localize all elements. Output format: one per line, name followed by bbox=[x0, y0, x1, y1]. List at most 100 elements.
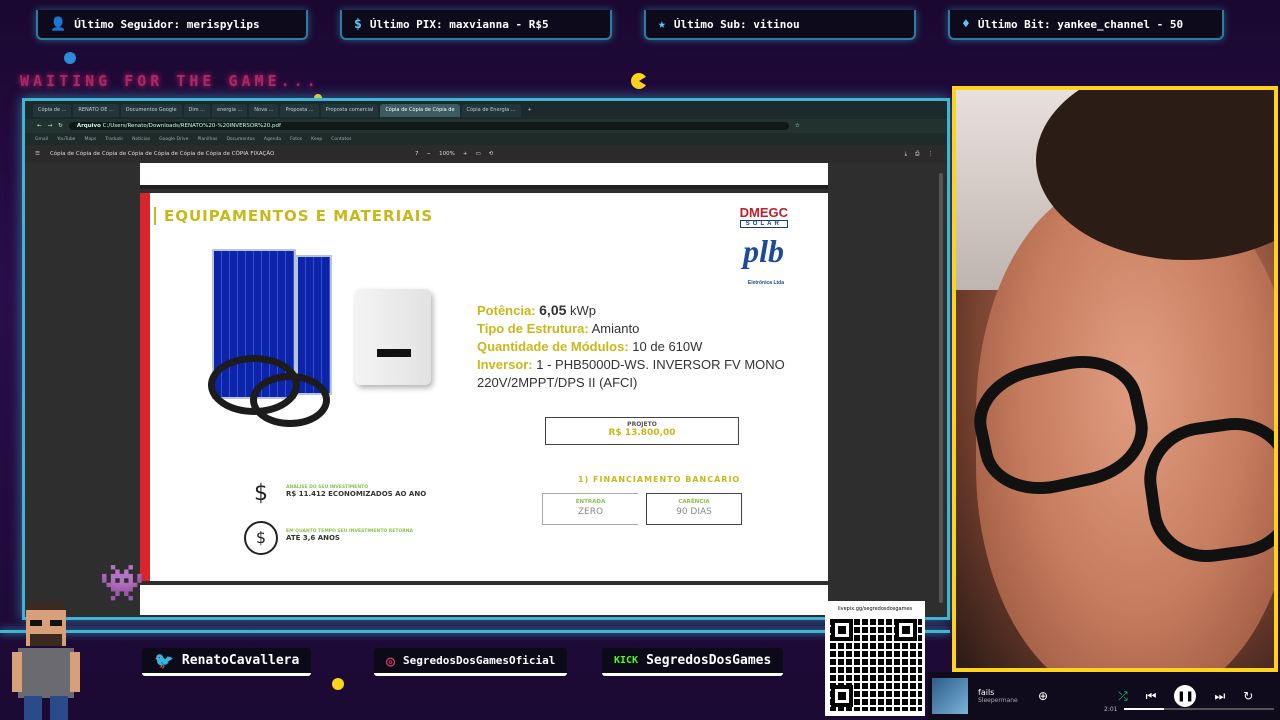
zoom-in-icon[interactable]: + bbox=[463, 151, 468, 157]
fit-page-icon[interactable]: ▭ bbox=[475, 151, 480, 157]
forward-icon[interactable]: → bbox=[48, 123, 53, 129]
repeat-icon[interactable]: ↻ bbox=[1243, 689, 1253, 703]
bookmark-item[interactable]: Traduzir bbox=[105, 137, 123, 142]
reload-icon[interactable]: ↻ bbox=[58, 123, 63, 129]
progress-bar[interactable] bbox=[1124, 708, 1274, 710]
bookmark-item[interactable]: Fotos bbox=[290, 137, 302, 142]
financing-title: 1) FINANCIAMENTO BANCÁRIO bbox=[578, 475, 741, 484]
new-tab-button[interactable]: + bbox=[523, 104, 537, 117]
music-player: fails Sleepermane ⊕ ⤮ ⏮ ❚❚ ⏭ ↻ 2:01 bbox=[928, 672, 1280, 720]
user-icon: 👤 bbox=[50, 16, 67, 32]
pdf-viewer: EQUIPAMENTOS E MATERIAIS DMEGC SOLAR plb… bbox=[25, 163, 947, 617]
neon-divider bbox=[0, 630, 950, 633]
carencia-cell: CARÊNCIA 90 DIAS bbox=[646, 493, 742, 525]
browser-tab-active[interactable]: Cópia de Cópia de Cópia de bbox=[380, 103, 460, 117]
spec-modules: Quantidade de Módulos: 10 de 610W bbox=[477, 339, 703, 354]
inverter-image bbox=[355, 289, 431, 385]
bookmark-item[interactable]: Planilhas bbox=[197, 137, 217, 142]
glow-dot bbox=[64, 52, 76, 64]
qr-finder bbox=[895, 619, 917, 641]
browser-tab[interactable]: Proposta comercial bbox=[320, 103, 379, 117]
alert-last-sub: ★ Último Sub: vitinou bbox=[644, 10, 916, 40]
pause-button[interactable]: ❚❚ bbox=[1174, 685, 1197, 707]
rotate-icon[interactable]: ⟲ bbox=[489, 151, 494, 157]
song-title: fails bbox=[978, 688, 995, 697]
qr-code: livepix.gg/segredosdosgames bbox=[825, 601, 925, 716]
url-text: C:/Users/Renato/Downloads/RENATO%20-%20I… bbox=[102, 123, 281, 129]
project-price-box: PROJETO R$ 13.800,00 bbox=[545, 417, 739, 445]
kick-icon: KICK bbox=[614, 655, 639, 666]
track-meta: fails Sleepermane bbox=[978, 688, 1038, 704]
alert-last-follower: 👤 Último Seguidor: merispylips bbox=[36, 10, 308, 40]
previous-page bbox=[140, 163, 828, 189]
menu-icon[interactable]: ☰ bbox=[35, 151, 40, 157]
add-icon[interactable]: ⊕ bbox=[1038, 689, 1048, 703]
tab-strip: Cópia de ... RENATO DE ... Documentos Go… bbox=[25, 101, 947, 119]
pdf-toolbar: ☰ Cópia de Cópia de Cópia de Cópia de Có… bbox=[25, 145, 947, 163]
browser-tab[interactable]: Proposta ... bbox=[280, 103, 319, 117]
specs-list: Potência: 6,05 kWp Tipo de Estrutura: Am… bbox=[477, 301, 807, 392]
bookmark-item[interactable]: YouTube bbox=[57, 137, 75, 142]
previous-icon[interactable]: ⏮ bbox=[1146, 689, 1157, 704]
browser-tab[interactable]: Nova ... bbox=[249, 103, 279, 117]
bookmark-item[interactable]: Documentos bbox=[226, 137, 254, 142]
money-cycle-icon: $ bbox=[244, 521, 278, 555]
bookmark-item[interactable]: Keep bbox=[311, 137, 322, 142]
qr-url: livepix.gg/segredosdosgames bbox=[837, 606, 913, 612]
pdf-page: EQUIPAMENTOS E MATERIAIS DMEGC SOLAR plb… bbox=[140, 193, 828, 581]
alert-label: Último Bit: yankee_channel - 50 bbox=[977, 17, 1184, 31]
album-art bbox=[932, 678, 968, 714]
zoom-level[interactable]: 100% bbox=[439, 151, 455, 157]
logo-sub: SOLAR bbox=[739, 220, 788, 228]
browser-tab[interactable]: Cópia de Energia ... bbox=[461, 103, 521, 117]
browser-tab[interactable]: Cópia de ... bbox=[33, 103, 72, 117]
return-info: EM QUANTO TEMPO SEU INVESTIMENTO RETORNA… bbox=[286, 529, 413, 542]
waiting-banner: WAITING FOR THE GAME... bbox=[20, 72, 320, 90]
bookmark-item[interactable]: Agenda bbox=[264, 137, 281, 142]
qr-finder bbox=[831, 685, 853, 707]
shuffle-icon[interactable]: ⤮ bbox=[1118, 689, 1128, 704]
page-title: EQUIPAMENTOS E MATERIAIS bbox=[153, 207, 434, 225]
instagram-handle[interactable]: ◎ SegredosDosGamesOficial bbox=[374, 648, 568, 676]
song-artist: Sleepermane bbox=[978, 697, 1018, 704]
bookmark-item[interactable]: Google Drive bbox=[159, 137, 188, 142]
bookmark-item[interactable]: Contatos bbox=[331, 137, 351, 142]
pdf-scrollbar[interactable] bbox=[939, 173, 943, 603]
dmegc-logo: DMEGC SOLAR bbox=[739, 205, 788, 228]
project-label: PROJETO bbox=[627, 421, 657, 428]
page-number[interactable]: 7 bbox=[415, 151, 419, 157]
bookmark-item[interactable]: Maps bbox=[84, 137, 96, 142]
alert-label: Último PIX: maxvianna - R$5 bbox=[369, 17, 549, 31]
project-value: R$ 13.800,00 bbox=[608, 428, 676, 438]
bookmark-item[interactable]: Notícias bbox=[132, 137, 150, 142]
star-icon: ★ bbox=[658, 16, 666, 32]
alert-label: Último Sub: vitinou bbox=[673, 17, 800, 31]
logo2-sub: Eletrônica Ltda bbox=[747, 280, 784, 286]
logo2-brand: plb bbox=[743, 233, 784, 269]
diamond-icon: ♦ bbox=[962, 16, 970, 32]
pdf-title: Cópia de Cópia de Cópia de Cópia de Cópi… bbox=[49, 151, 275, 157]
bookmark-item[interactable]: Gmail bbox=[35, 137, 48, 142]
browser-tab[interactable]: energia ... bbox=[212, 103, 248, 117]
twitter-handle[interactable]: 🐦 RenatoCavallera bbox=[142, 648, 312, 676]
address-prefix: Arquivo bbox=[76, 123, 101, 129]
dollar-icon: $ bbox=[354, 16, 362, 32]
print-icon[interactable]: ⎙ bbox=[915, 151, 919, 158]
next-icon[interactable]: ⏭ bbox=[1214, 689, 1225, 704]
browser-tab[interactable]: Dim ... bbox=[183, 103, 210, 117]
pellet-dot bbox=[332, 678, 344, 690]
url-field[interactable]: Arquivo C:/Users/Renato/Downloads/RENATO… bbox=[68, 122, 789, 130]
kick-handle[interactable]: KICK SegredosDosGames bbox=[602, 648, 784, 676]
browser-tab[interactable]: Documentos Google bbox=[120, 103, 182, 117]
entrada-cell: ENTRADA ZERO bbox=[542, 493, 638, 525]
star-bookmark-icon[interactable]: ☆ bbox=[795, 123, 800, 129]
download-icon[interactable]: ⤓ bbox=[905, 151, 907, 158]
economy-info: ANÁLISE DO SEU INVESTIMENTO R$ 11.412 EC… bbox=[286, 485, 427, 498]
browser-tab[interactable]: RENATO DE ... bbox=[73, 103, 119, 117]
browser-capture: Cópia de ... RENATO DE ... Documentos Go… bbox=[22, 98, 950, 620]
spec-structure: Tipo de Estrutura: Amianto bbox=[477, 321, 640, 336]
zoom-out-icon[interactable]: − bbox=[427, 151, 432, 157]
back-icon[interactable]: ← bbox=[37, 123, 42, 129]
more-icon[interactable]: ⋮ bbox=[928, 151, 934, 158]
plb-logo: plb Eletrônica Ltda bbox=[743, 235, 784, 299]
